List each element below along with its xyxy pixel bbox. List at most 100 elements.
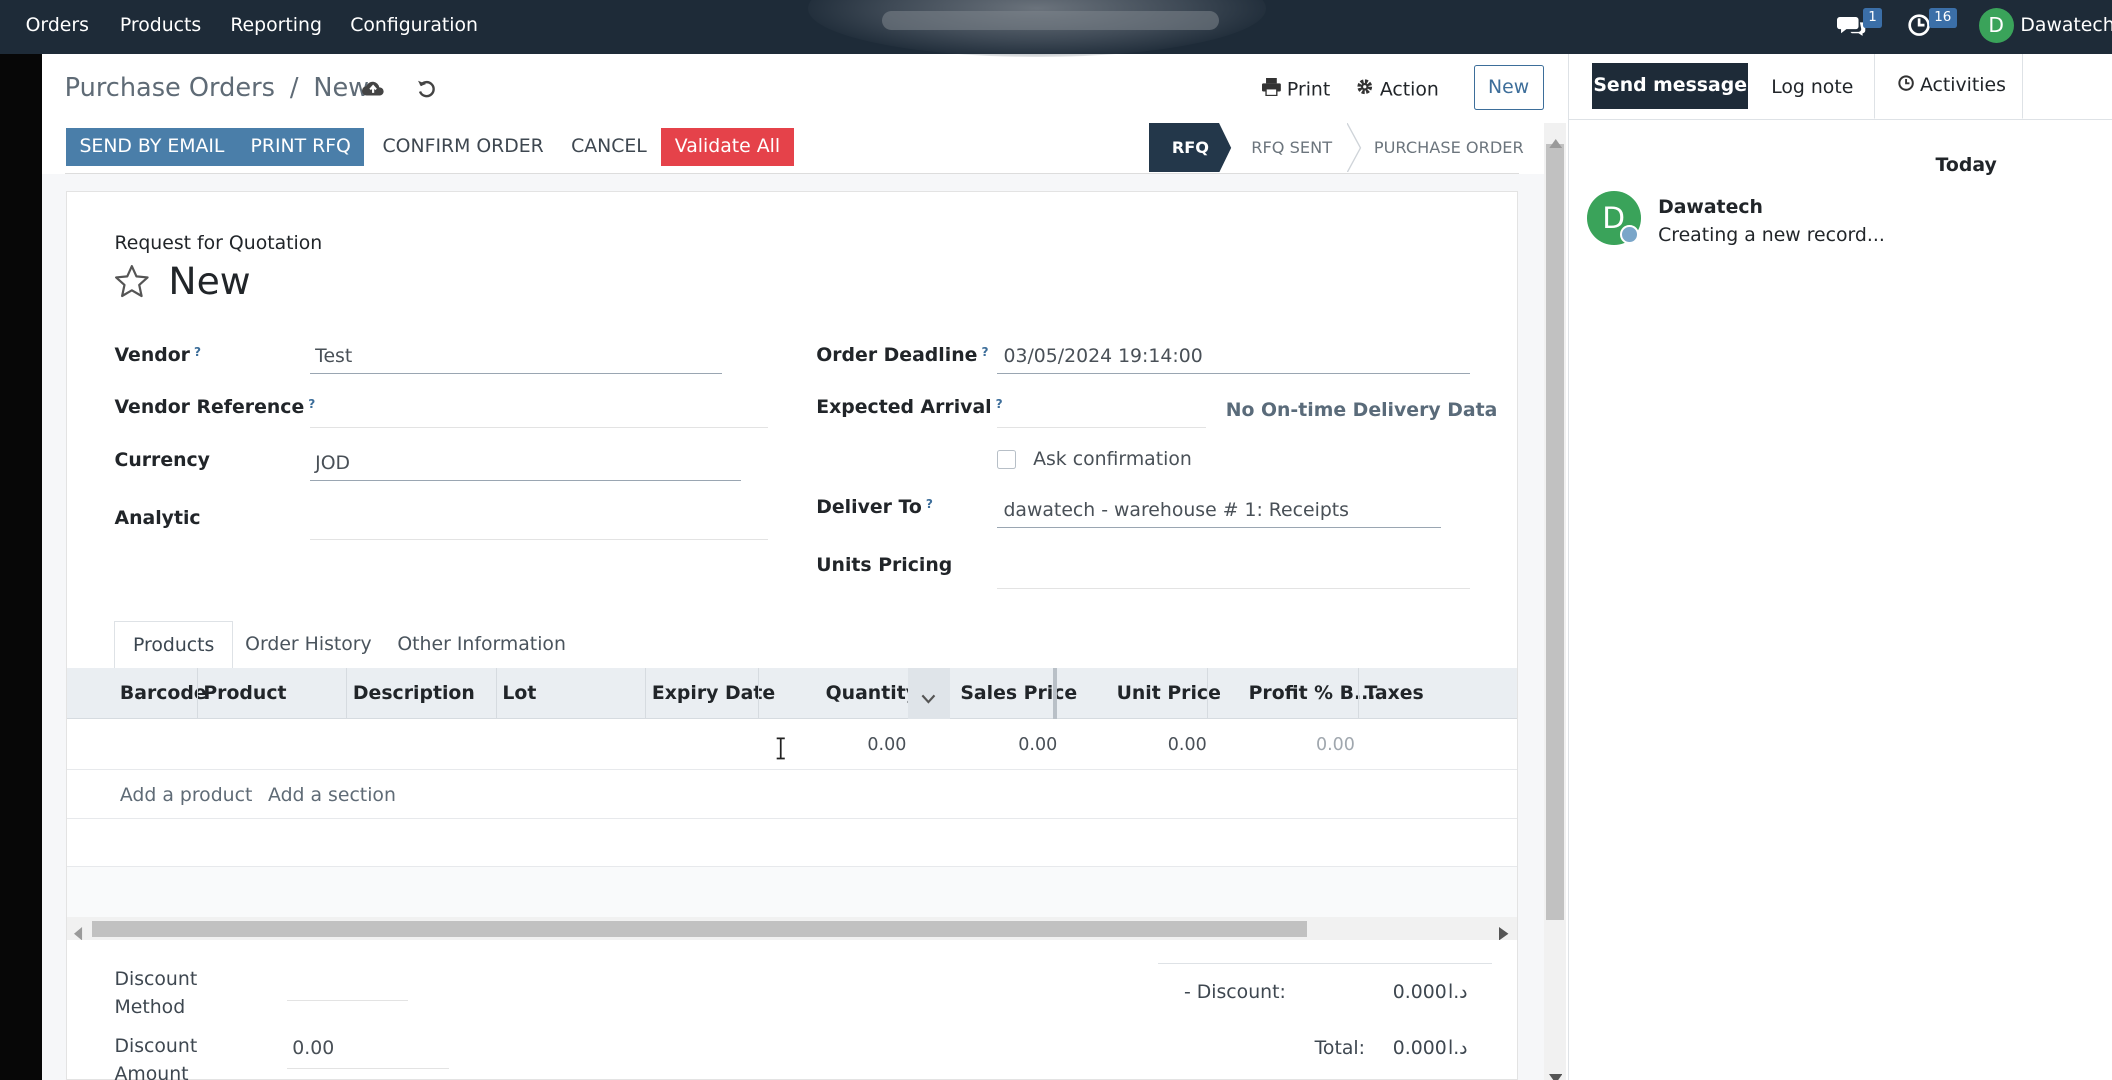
column-resize-handle[interactable] [1053, 668, 1058, 720]
scroll-up-arrow-icon[interactable] [1548, 129, 1563, 154]
row-unit-price[interactable]: 0.00 [1168, 735, 1207, 755]
breadcrumb: Purchase Orders / New [65, 73, 369, 103]
confirm-order-button[interactable]: CONFIRM ORDER [369, 128, 557, 166]
tab-order-history[interactable]: Order History [228, 621, 390, 669]
menu-configuration[interactable]: Configuration [350, 15, 478, 36]
ask-confirmation-label: Ask confirmation [1033, 448, 1192, 470]
row-sales-price[interactable]: 0.00 [1018, 735, 1057, 755]
discount-total-label: - Discount: [1183, 981, 1286, 1003]
col-product[interactable]: Product [203, 683, 286, 704]
tab-products[interactable]: Products [114, 620, 233, 670]
col-divider [758, 668, 760, 720]
units-pricing-field[interactable] [996, 558, 1470, 589]
print-button[interactable]: Print [1262, 78, 1330, 101]
clock-icon [1898, 75, 1920, 97]
form-subtitle: Request for Quotation [114, 233, 323, 255]
order-deadline-field[interactable]: 03/05/2024 19:14:00 [996, 346, 1470, 375]
discount-method-label: Discount Method [114, 968, 198, 1019]
chatter-panel [1567, 53, 2112, 1080]
add-section-link[interactable]: Add a section [268, 785, 396, 806]
gear-icon [1356, 79, 1380, 101]
add-product-link[interactable]: Add a product [120, 785, 253, 806]
vendor-reference-label: Vendor Reference? [114, 397, 316, 419]
currency-field[interactable]: JOD [309, 453, 741, 481]
cancel-button[interactable]: CANCEL [558, 128, 661, 166]
total-label: Total: [1314, 1038, 1365, 1060]
total-value: 0.000 [1392, 1038, 1447, 1060]
stage-divider [1346, 122, 1362, 173]
horizontal-scrollbar-thumb[interactable] [91, 921, 1307, 938]
top-navbar: Orders Products Reporting Configuration … [0, 0, 2112, 57]
order-deadline-label: Order Deadline? [816, 344, 989, 366]
send-by-email-button[interactable]: SEND BY EMAIL [65, 127, 238, 166]
validate-all-button[interactable]: Validate All [661, 127, 794, 166]
currency-label: Currency [114, 449, 210, 471]
stage-purchase-order[interactable]: PURCHASE ORDER [1374, 123, 1524, 173]
record-title: New [168, 258, 251, 303]
vendor-reference-field[interactable] [309, 399, 768, 429]
discount-method-field[interactable] [286, 971, 409, 1001]
col-divider [196, 668, 198, 720]
breadcrumb-parent[interactable]: Purchase Orders [65, 73, 275, 103]
activities-button[interactable]: Activities [1898, 75, 2006, 97]
col-quantity[interactable]: Quantity [826, 683, 918, 704]
deliver-to-field[interactable]: dawatech - warehouse # 1: Receipts [996, 500, 1442, 528]
col-description[interactable]: Description [353, 683, 475, 704]
discount-amount-field[interactable]: 0.00 [286, 1038, 449, 1070]
log-note-button[interactable]: Log note [1771, 77, 1853, 98]
col-unit-price[interactable]: Unit Price [1117, 683, 1221, 704]
menu-reporting[interactable]: Reporting [230, 15, 322, 36]
totals-divider [1158, 963, 1493, 965]
vertical-scrollbar-thumb[interactable] [1546, 144, 1564, 920]
scroll-right-arrow-icon[interactable] [1499, 921, 1509, 946]
menu-products[interactable]: Products [120, 15, 201, 36]
send-message-button[interactable]: Send message [1592, 63, 1749, 110]
new-record-button[interactable]: New [1473, 64, 1544, 111]
activities-clock-icon[interactable] [1907, 13, 1931, 42]
scroll-left-arrow-icon[interactable] [74, 921, 83, 946]
col-divider [1357, 668, 1359, 720]
action-label: Action [1379, 79, 1439, 101]
optional-columns-toggle[interactable] [907, 668, 950, 720]
col-expiry-date[interactable]: Expiry Date [652, 683, 775, 704]
analytic-field[interactable] [309, 509, 768, 541]
col-taxes[interactable]: Taxes [1364, 683, 1423, 704]
expected-arrival-field[interactable] [996, 399, 1206, 429]
col-barcode[interactable]: Barcode [120, 683, 207, 704]
discard-undo-icon[interactable] [416, 78, 438, 106]
save-cloud-icon[interactable] [361, 78, 385, 106]
row-quantity[interactable]: 0.00 [867, 735, 906, 755]
menu-orders[interactable]: Orders [26, 15, 89, 36]
scroll-down-arrow-icon[interactable] [1548, 1064, 1563, 1080]
vendor-field[interactable]: Test [309, 346, 722, 375]
print-rfq-button[interactable]: PRINT RFQ [237, 127, 365, 166]
ask-confirmation-checkbox[interactable] [996, 449, 1016, 469]
user-avatar[interactable]: D [1978, 8, 2014, 44]
action-button[interactable]: Action [1356, 78, 1439, 101]
chevron-down-icon [921, 686, 936, 711]
stage-rfq[interactable]: RFQ [1172, 123, 1209, 173]
discount-total-value: 0.000 [1392, 981, 1447, 1003]
presence-status-dot [1620, 224, 1640, 244]
tab-other-information[interactable]: Other Information [380, 621, 584, 669]
total-currency-symbol: د.ا [1447, 1038, 1468, 1060]
message-author[interactable]: Dawatech [1658, 197, 1763, 218]
deliver-to-help-icon[interactable]: ? [926, 497, 933, 511]
col-divider [495, 668, 497, 720]
order-deadline-help-icon[interactable]: ? [981, 345, 988, 359]
col-sales-price[interactable]: Sales Price [960, 683, 1077, 704]
breadcrumb-separator: / [289, 72, 299, 103]
order-lines-header: Barcode Product Description Lot Expiry D… [67, 668, 1517, 720]
col-divider [1206, 668, 1208, 720]
on-time-delivery-info: No On-time Delivery Data [1225, 400, 1498, 422]
stage-rfq-sent[interactable]: RFQ SENT [1251, 123, 1332, 173]
vendor-help-icon[interactable]: ? [194, 345, 201, 359]
deliver-to-label: Deliver To? [816, 497, 933, 519]
discount-currency-symbol: د.ا [1447, 981, 1468, 1003]
col-profit[interactable]: Profit % B... [1249, 683, 1376, 704]
col-lot[interactable]: Lot [502, 683, 536, 704]
user-menu[interactable]: Dawatech [2020, 15, 2112, 36]
date-separator: Today [1935, 154, 1997, 176]
blurred-text [882, 10, 1219, 30]
favorite-star-icon[interactable] [113, 263, 151, 307]
